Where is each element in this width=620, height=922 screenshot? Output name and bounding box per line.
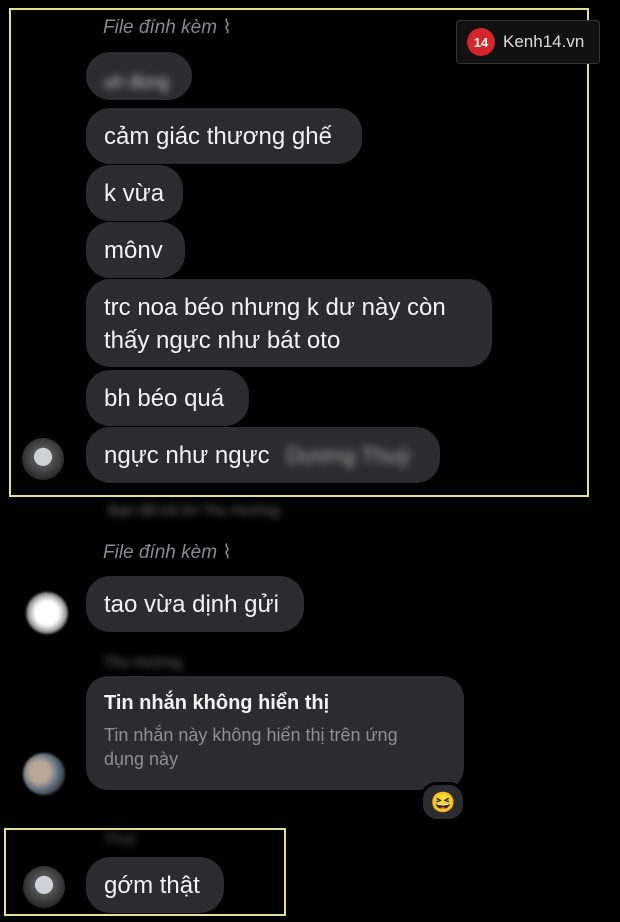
sender-name-text: Thu Hường [104,654,182,671]
reply-note: Bạn đã trả lời Thu Hường [108,502,279,519]
message-text: k vừa [104,180,165,207]
message-bubble[interactable]: gớm thật [86,857,224,913]
attachment-label-text: File đính kèm [103,542,218,563]
blurred-name-overlay: Dương Thuỳ [286,443,411,468]
message-text: ngực như ngực [104,442,270,469]
message-bubble[interactable]: mônv [86,222,185,278]
watermark-site-text: Kenh14.vn [503,32,585,51]
laughing-emoji-icon: 😆 [430,791,456,814]
blurred-message-bubble[interactable]: uh đúng [86,52,192,100]
reply-note-text: Bạn đã trả lời Thu Hường [108,502,280,519]
reaction-badge[interactable]: 😆 [420,782,466,822]
sender-name-text: Thuỳ [104,830,136,846]
message-text: tao vừa dịnh gửi [104,591,279,618]
message-bubble[interactable]: k vừa [86,165,183,221]
message-text: cảm giác thương ghế [104,123,332,150]
paperclip-icon: ⌇ [222,542,232,563]
message-text: bh béo quá [104,385,225,412]
attachment-label-text: File đính kèm [103,17,218,38]
attachment-label: File đính kèm ⌇ [103,16,232,39]
avatar[interactable] [26,592,68,634]
message-text-line2: thấy ngực như bát oto [104,327,341,354]
blurred-message-text: uh đúng [104,72,170,92]
message-bubble-multiline[interactable]: trc noa béo nhưng k dư này còn thấy ngực… [86,279,492,367]
logo-badge-text: 14 [473,34,489,50]
message-text: mônv [104,237,163,264]
kenh14-logo-icon: 14 [467,28,495,56]
message-bubble[interactable]: tao vừa dịnh gửi [86,576,304,632]
watermark: 14 Kenh14.vn [456,20,600,64]
sender-name: Thu Hường [104,654,181,671]
avatar[interactable] [23,753,65,795]
message-text-line1: trc noa béo nhưng k dư này còn [104,294,446,321]
avatar[interactable] [22,438,64,480]
unavailable-body-line2: dụng này [104,749,179,769]
message-bubble[interactable]: bh béo quá [86,370,249,426]
message-bubble[interactable]: ngực như ngực Dương Thuỳ [86,427,440,483]
attachment-label: File đính kèm ⌇ [103,541,232,564]
unavailable-body-line1: Tin nhắn này không hiển thị trên ứng [104,725,398,745]
paperclip-icon: ⌇ [222,17,232,38]
unavailable-title: Tin nhắn không hiển thị [104,692,330,714]
sender-name: Thuỳ [104,830,135,846]
unavailable-message-card[interactable]: Tin nhắn không hiển thị Tin nhắn này khô… [86,676,464,790]
message-bubble[interactable]: cảm giác thương ghế [86,108,362,164]
avatar[interactable] [23,866,65,908]
message-text: gớm thật [104,872,200,899]
